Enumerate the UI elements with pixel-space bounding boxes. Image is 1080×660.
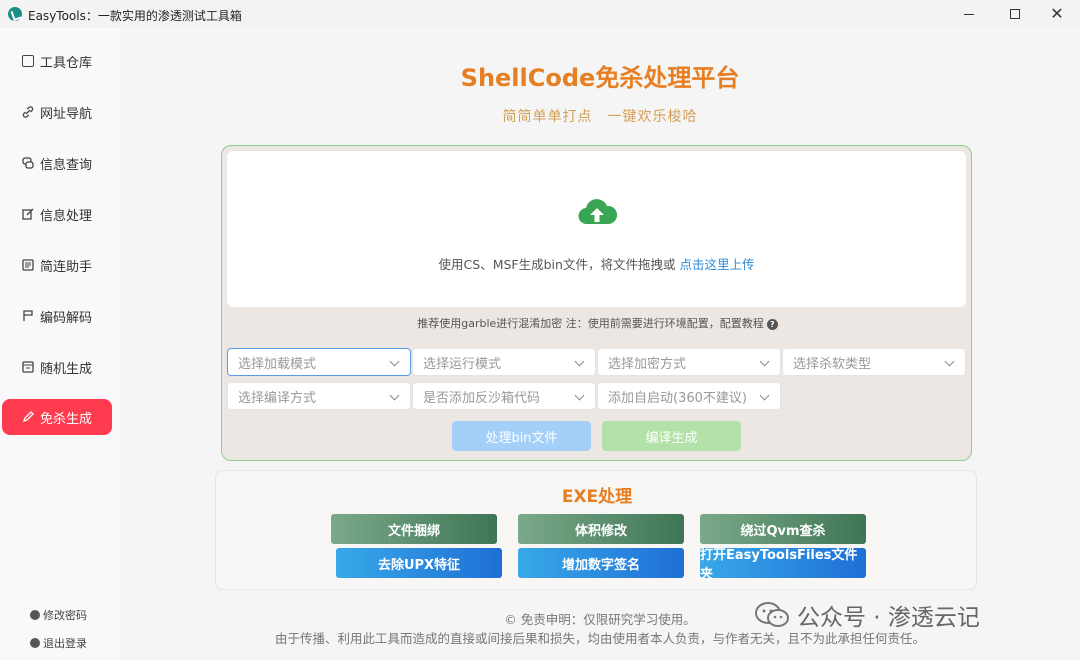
sidebar-item-nav[interactable]: 网址导航: [2, 94, 112, 130]
sidebar-item-codec[interactable]: 编码解码: [2, 298, 112, 334]
chevron-down-icon: [389, 390, 400, 401]
encrypt-mode-select[interactable]: 选择加密方式: [597, 348, 781, 376]
watermark-text: 公众号 · 渗透云记: [797, 605, 980, 631]
box-icon: [22, 55, 34, 67]
change-password-link[interactable]: 修改密码: [30, 607, 87, 623]
exe-title: EXE处理: [561, 487, 633, 507]
chevron-down-icon: [759, 356, 770, 367]
select-placeholder: 选择加载模式: [238, 356, 317, 372]
process-bin-button[interactable]: 处理bin文件: [452, 421, 591, 451]
logout-label: 退出登录: [43, 637, 87, 650]
sidebar-item-helper[interactable]: 简连助手: [2, 247, 112, 283]
watermark: 公众号 · 渗透云记: [755, 598, 980, 632]
autostart-select[interactable]: 添加自启动(360不建议): [597, 382, 781, 410]
main-content: ShellCode免杀处理平台 简简单单打点 一键欢乐梭哈 使用CS、MSF生成…: [120, 28, 1080, 660]
hint-text: 推荐使用garble进行混淆加密 注：使用前需要进行环境配置，配置教程: [417, 317, 764, 330]
flag-icon: [22, 310, 34, 322]
sidebar: 工具仓库 网址导航 信息查询 信息处理 简连助手 编码解码 随机生成 免杀生成 …: [0, 28, 120, 660]
sidebar-item-label: 信息处理: [40, 208, 93, 224]
page-subtitle: 简简单单打点 一键欢乐梭哈: [502, 109, 698, 125]
chevron-down-icon: [574, 390, 585, 401]
drop-instructions: 使用CS、MSF生成bin文件，将文件拖拽或 点击这里上传: [227, 254, 966, 273]
sandbox-select[interactable]: 是否添加反沙箱代码: [412, 382, 596, 410]
change-password-label: 修改密码: [43, 609, 87, 622]
sidebar-item-random[interactable]: 随机生成: [2, 349, 112, 385]
minimize-icon: [964, 13, 974, 15]
app-logo-icon: [8, 7, 22, 21]
user-icon: [30, 610, 40, 620]
pencil-icon: [22, 411, 34, 423]
file-drop-zone[interactable]: 使用CS、MSF生成bin文件，将文件拖拽或 点击这里上传: [227, 151, 966, 307]
list-icon: [22, 259, 34, 271]
run-mode-select[interactable]: 选择运行模式: [412, 348, 596, 376]
sidebar-item-info-process[interactable]: 信息处理: [2, 196, 112, 232]
select-placeholder: 添加自启动(360不建议): [608, 390, 747, 406]
dice-icon: [22, 361, 34, 373]
sidebar-item-label: 信息查询: [40, 157, 93, 173]
info-icon: [30, 638, 40, 648]
sidebar-item-av-bypass[interactable]: 免杀生成: [2, 399, 112, 435]
close-icon: ✕: [1050, 4, 1064, 23]
select-placeholder: 选择加密方式: [608, 356, 687, 372]
chevron-down-icon: [944, 356, 955, 367]
compile-button[interactable]: 编译生成: [602, 421, 741, 451]
chevron-down-icon: [759, 390, 770, 401]
garble-hint: 推荐使用garble进行混淆加密 注：使用前需要进行环境配置，配置教程?: [222, 315, 973, 331]
minimize-button[interactable]: [946, 0, 992, 28]
wechat-icon: [755, 602, 789, 627]
select-placeholder: 是否添加反沙箱代码: [423, 390, 541, 406]
upload-link[interactable]: 点击这里上传: [679, 257, 754, 272]
page-title: ShellCode免杀处理平台: [460, 64, 740, 92]
logout-link[interactable]: 退出登录: [30, 635, 87, 651]
file-bind-button[interactable]: 文件捆绑: [331, 514, 497, 544]
remove-upx-button[interactable]: 去除UPX特征: [336, 548, 502, 578]
close-button[interactable]: ✕: [1034, 0, 1080, 28]
add-signature-button[interactable]: 增加数字签名: [518, 548, 684, 578]
sidebar-item-label: 随机生成: [40, 361, 93, 377]
sidebar-item-label: 免杀生成: [40, 411, 93, 427]
compile-mode-select[interactable]: 选择编译方式: [227, 382, 411, 410]
help-icon[interactable]: ?: [766, 318, 778, 330]
link-icon: [22, 106, 34, 118]
window-title: EasyTools：一款实用的渗透测试工具箱: [28, 9, 242, 23]
chevron-down-icon: [389, 356, 400, 367]
cloud-upload-icon: [578, 199, 617, 225]
maximize-icon: [1010, 9, 1020, 19]
chat-icon: [22, 157, 34, 169]
chevron-down-icon: [574, 356, 585, 367]
select-placeholder: 选择编译方式: [238, 390, 317, 406]
edit-icon: [22, 208, 34, 220]
sidebar-item-info-query[interactable]: 信息查询: [2, 145, 112, 181]
select-placeholder: 选择杀软类型: [793, 356, 872, 372]
title-bar: EasyTools：一款实用的渗透测试工具箱 ✕: [0, 0, 1080, 28]
upload-panel: 使用CS、MSF生成bin文件，将文件拖拽或 点击这里上传 推荐使用garble…: [221, 145, 972, 461]
maximize-button[interactable]: [992, 0, 1038, 28]
sidebar-item-tools[interactable]: 工具仓库: [2, 43, 112, 79]
open-folder-button[interactable]: 打开EasyToolsFiles文件夹: [700, 548, 866, 582]
sidebar-item-label: 工具仓库: [40, 55, 93, 71]
exe-panel: EXE处理 文件捆绑 体积修改 绕过Qvm查杀 去除UPX特征 增加数字签名 打…: [215, 470, 977, 590]
load-mode-select[interactable]: 选择加载模式: [227, 348, 411, 376]
sidebar-item-label: 简连助手: [40, 259, 93, 275]
select-placeholder: 选择运行模式: [423, 356, 502, 372]
drop-text: 使用CS、MSF生成bin文件，将文件拖拽或: [438, 257, 680, 272]
sidebar-item-label: 网址导航: [40, 106, 93, 122]
av-type-select[interactable]: 选择杀软类型: [782, 348, 966, 376]
bypass-qvm-button[interactable]: 绕过Qvm查杀: [700, 514, 866, 544]
sidebar-item-label: 编码解码: [40, 310, 93, 326]
size-modify-button[interactable]: 体积修改: [518, 514, 684, 544]
